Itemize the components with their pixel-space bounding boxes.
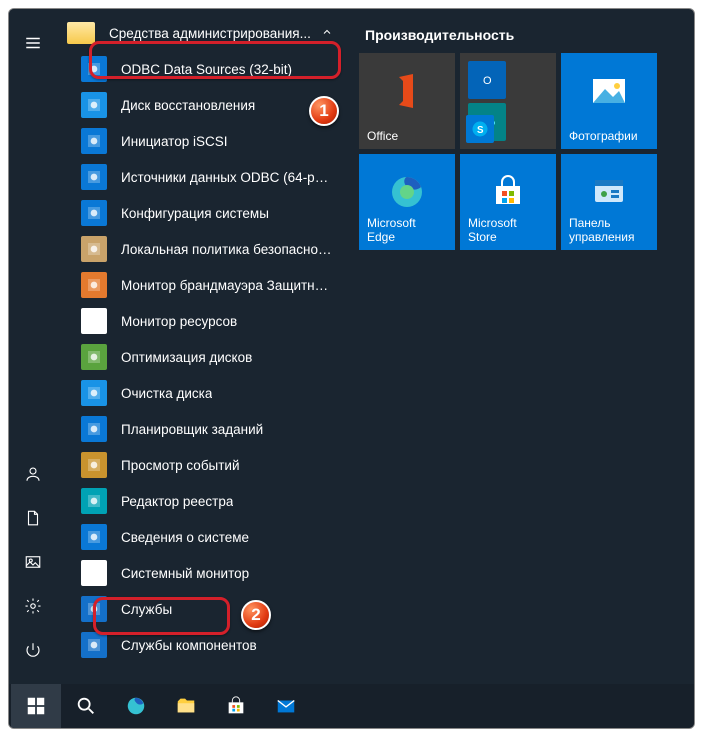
app-item[interactable]: Оптимизация дисков (63, 339, 341, 375)
taskbar-mail[interactable] (261, 684, 311, 728)
iscsi-icon (81, 128, 107, 154)
svg-text:S: S (477, 125, 484, 136)
admin-tools-folder[interactable]: Средства администрирования... (63, 15, 341, 51)
taskbar-explorer[interactable] (161, 684, 211, 728)
app-item[interactable]: Монитор брандмауэра Защитник... (63, 267, 341, 303)
start-rail (9, 9, 57, 684)
folder-label: Средства администрирования... (109, 26, 311, 41)
taskbar (9, 684, 694, 728)
app-item[interactable]: Службы компонентов (63, 627, 341, 663)
app-item-label: Просмотр событий (121, 458, 240, 473)
taskbar-edge[interactable] (111, 684, 161, 728)
app-item-label: Конфигурация системы (121, 206, 269, 221)
app-item[interactable]: Локальная политика безопасности (63, 231, 341, 267)
app-item[interactable]: Системный монитор (63, 555, 341, 591)
settings-button[interactable] (9, 584, 57, 628)
app-item-label: Сведения о системе (121, 530, 249, 545)
tile-store[interactable]: Microsoft Store (460, 154, 556, 250)
app-item-label: Монитор ресурсов (121, 314, 237, 329)
tile-office[interactable]: Office (359, 53, 455, 149)
app-item[interactable]: Конфигурация системы (63, 195, 341, 231)
app-item-label: Инициатор iSCSI (121, 134, 228, 149)
tile-label: Панель управления (569, 216, 649, 244)
odbc-64-icon (81, 164, 107, 190)
app-item[interactable]: Просмотр событий (63, 447, 341, 483)
power-button[interactable] (9, 628, 57, 672)
start-button[interactable] (11, 684, 61, 728)
user-button[interactable] (9, 452, 57, 496)
disk-cleanup-icon (81, 380, 107, 406)
event-viewer-icon (81, 452, 107, 478)
store-icon (488, 172, 528, 212)
app-item-label: Системный монитор (121, 566, 249, 581)
component-services-icon (81, 632, 107, 658)
control-panel-icon (589, 172, 629, 212)
odbc-32-icon (81, 56, 107, 82)
tile-control-panel[interactable]: Панель управления (561, 154, 657, 250)
regedit-icon (81, 488, 107, 514)
documents-button[interactable] (9, 496, 57, 540)
app-item-label: Оптимизация дисков (121, 350, 252, 365)
app-item[interactable]: Редактор реестра (63, 483, 341, 519)
tiles-panel: Производительность Office O (347, 9, 694, 684)
app-item[interactable]: Сведения о системе (63, 519, 341, 555)
skype-icon: S (466, 115, 494, 143)
app-item[interactable]: Источники данных ODBC (64-раз... (63, 159, 341, 195)
defrag-icon (81, 344, 107, 370)
tile-group-header[interactable]: Производительность (359, 23, 682, 53)
app-item[interactable]: Монитор ресурсов (63, 303, 341, 339)
firewall-monitor-icon (81, 272, 107, 298)
tile-edge[interactable]: Microsoft Edge (359, 154, 455, 250)
svg-text:O: O (483, 75, 492, 87)
app-item[interactable]: Очистка диска (63, 375, 341, 411)
edge-icon (387, 172, 427, 212)
recovery-drive-icon (81, 92, 107, 118)
tile-label: Office (367, 129, 447, 143)
photos-icon (589, 71, 629, 111)
app-item-label: ODBC Data Sources (32-bit) (121, 62, 292, 77)
chevron-up-icon (321, 26, 333, 41)
hamburger-button[interactable] (9, 21, 57, 65)
perfmon-icon (81, 560, 107, 586)
tile-label: Microsoft Edge (367, 216, 447, 244)
app-list: Средства администрирования... ODBC Data … (57, 9, 347, 684)
app-item-label: Редактор реестра (121, 494, 233, 509)
app-item[interactable]: Диск восстановления (63, 87, 341, 123)
tile-label: Фотографии (569, 129, 649, 143)
app-item-label: Локальная политика безопасности (121, 242, 333, 257)
pictures-button[interactable] (9, 540, 57, 584)
services-icon (81, 596, 107, 622)
app-item-label: Очистка диска (121, 386, 212, 401)
app-item[interactable]: Инициатор iSCSI (63, 123, 341, 159)
office-icon (387, 71, 427, 111)
search-button[interactable] (61, 684, 111, 728)
system-info-icon (81, 524, 107, 550)
app-item-label: Диск восстановления (121, 98, 255, 113)
tile-ms365[interactable]: O S (460, 53, 556, 149)
resource-monitor-icon (81, 308, 107, 334)
tile-label: Microsoft Store (468, 216, 548, 244)
secpol-icon (81, 236, 107, 262)
app-item-label: Планировщик заданий (121, 422, 263, 437)
app-item-label: Монитор брандмауэра Защитник... (121, 278, 333, 293)
app-item[interactable]: Планировщик заданий (63, 411, 341, 447)
task-scheduler-icon (81, 416, 107, 442)
tile-photos[interactable]: Фотографии (561, 53, 657, 149)
app-item[interactable]: ODBC Data Sources (32-bit) (63, 51, 341, 87)
folder-icon (67, 22, 95, 44)
app-item-label: Источники данных ODBC (64-раз... (121, 170, 333, 185)
app-item[interactable]: Службы (63, 591, 341, 627)
taskbar-store[interactable] (211, 684, 261, 728)
outlook-icon: O (468, 61, 506, 99)
app-item-label: Службы компонентов (121, 638, 257, 653)
msconfig-icon (81, 200, 107, 226)
app-item-label: Службы (121, 602, 172, 617)
ppt-onenote-icon (510, 103, 548, 141)
word-excel-icon (510, 61, 548, 99)
